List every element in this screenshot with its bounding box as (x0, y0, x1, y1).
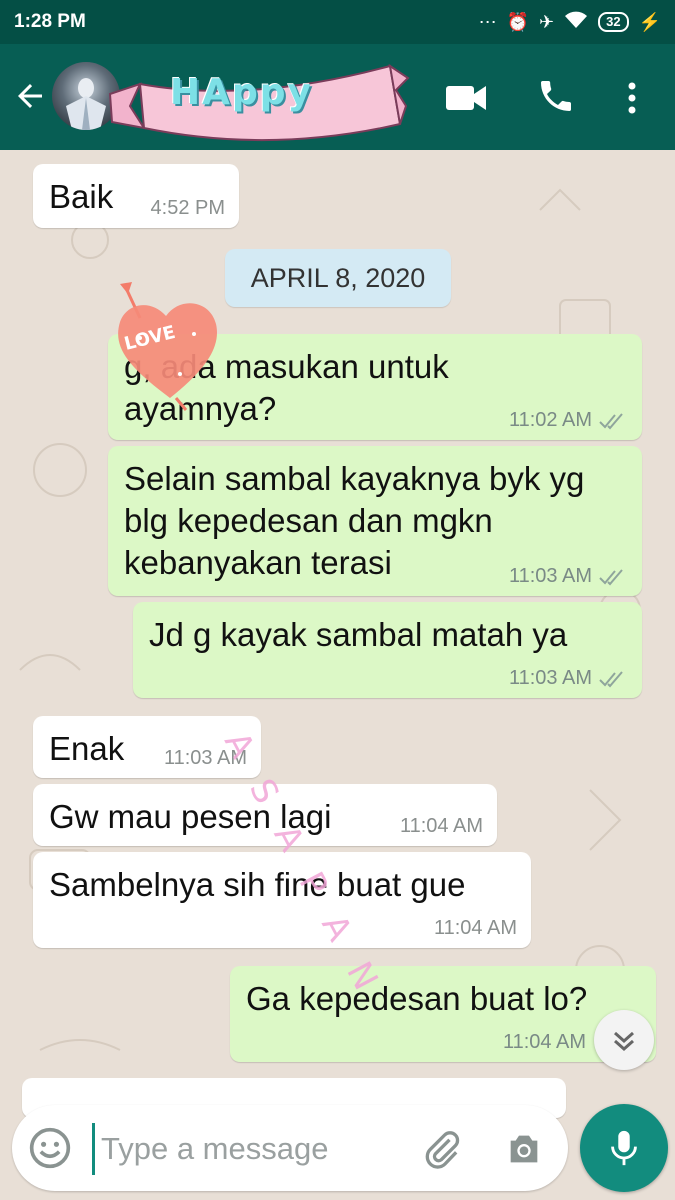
emoji-icon[interactable] (28, 1126, 72, 1170)
message-time: 11:03 AM (508, 565, 592, 587)
voice-call-icon[interactable] (536, 76, 576, 116)
status-icons: ⋯ ⏰ ✈ 32 ⚡ (479, 11, 661, 34)
message-bubble-incoming[interactable]: Enak 11:03 AM (33, 716, 261, 778)
voice-record-button[interactable] (580, 1104, 668, 1192)
overflow-menu-icon[interactable] (620, 78, 644, 118)
battery-indicator: 32 (598, 12, 629, 32)
message-time: 11:04 AM (433, 917, 517, 939)
message-text: Ga kepedesan buat lo? (246, 980, 588, 1017)
message-time: 11:02 AM (508, 409, 592, 431)
camera-icon[interactable] (502, 1129, 546, 1169)
message-bubble-incoming[interactable]: Baik 4:52 PM (33, 164, 239, 228)
airplane-icon: ✈ (539, 11, 555, 32)
message-input[interactable] (92, 1123, 403, 1175)
alarm-icon: ⏰ (506, 11, 530, 32)
read-receipt-icon (599, 412, 623, 429)
video-call-icon[interactable] (444, 82, 488, 114)
status-time: 1:28 PM (14, 11, 86, 32)
message-time: 4:52 PM (150, 197, 225, 219)
microphone-icon (611, 1130, 637, 1166)
message-time: 11:04 AM (502, 1031, 586, 1053)
message-bubble-incoming[interactable]: Gw mau pesen lagi 11:04 AM (33, 784, 497, 846)
banner-text: HAppy (170, 72, 313, 113)
wifi-icon (564, 11, 588, 34)
chat-area[interactable]: Baik 4:52 PM APRIL 8, 2020 g, ada masuka… (0, 150, 675, 1200)
attachment-icon[interactable] (422, 1127, 462, 1171)
chat-header: HAppy (0, 44, 675, 150)
message-bubble-outgoing[interactable]: Selain sambal kayaknya byk yg blg kepede… (108, 446, 642, 596)
more-dots-icon: ⋯ (478, 11, 497, 32)
double-chevron-down-icon (614, 1031, 634, 1052)
message-text: Sambelnya sih fine buat gue (49, 866, 466, 903)
love-heart-sticker: LOVE (118, 282, 217, 411)
charging-icon: ⚡ (638, 11, 661, 32)
message-bubble-incoming[interactable]: Sambelnya sih fine buat gue 11:04 AM (33, 852, 531, 948)
read-receipt-icon (599, 670, 623, 687)
message-text: Jd g kayak sambal matah ya (149, 616, 568, 653)
message-bubble-outgoing[interactable]: Ga kepedesan buat lo? 11:04 AM (230, 966, 656, 1062)
status-bar: 1:28 PM ⋯ ⏰ ✈ 32 ⚡ (0, 0, 675, 44)
message-composer (12, 1105, 568, 1191)
message-time: 11:03 AM (163, 747, 247, 769)
scroll-to-bottom-button[interactable] (594, 1010, 654, 1070)
message-bubble-outgoing[interactable]: Jd g kayak sambal matah ya 11:03 AM (133, 602, 642, 698)
read-receipt-icon (599, 568, 623, 585)
date-divider: APRIL 8, 2020 (225, 249, 451, 307)
message-time: 11:03 AM (508, 667, 592, 689)
message-time: 11:04 AM (399, 815, 483, 837)
back-arrow-icon[interactable] (12, 78, 48, 114)
